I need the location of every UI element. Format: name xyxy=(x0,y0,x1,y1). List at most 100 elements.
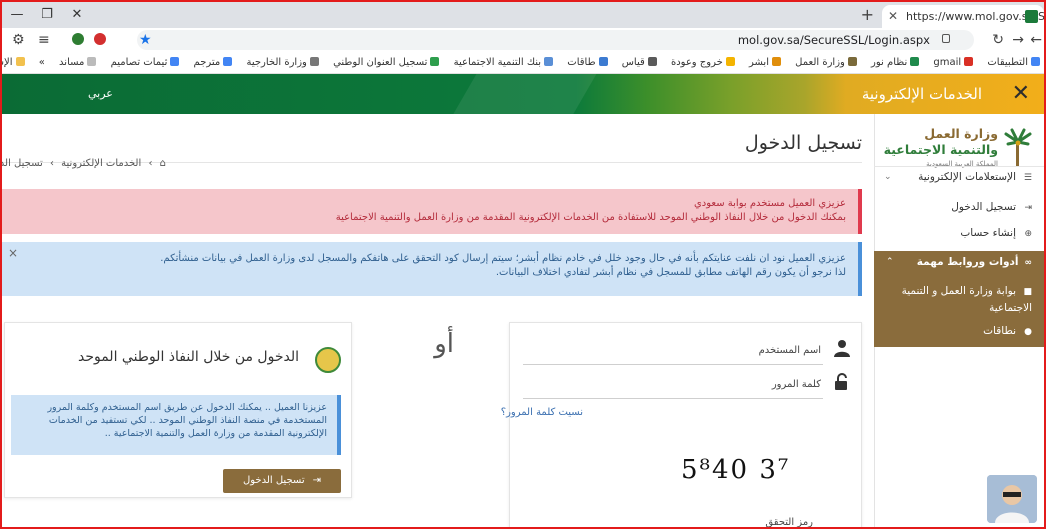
nafath-login-button[interactable]: ⇥تسجيل الدخول xyxy=(223,469,341,493)
musaned-icon xyxy=(87,57,97,66)
sidebar-item-login[interactable]: ⇥تسجيل الدخول xyxy=(874,196,1044,218)
verification-code-label: رمز التحقق xyxy=(765,517,813,528)
avatar xyxy=(987,475,1037,523)
bookmark-musaned[interactable]: مساند xyxy=(59,52,97,73)
bookmark-gmail[interactable]: gmail xyxy=(933,52,974,73)
password-field[interactable]: كلمة المرور xyxy=(523,377,823,399)
captcha-image: 5⁸40 3⁷ xyxy=(681,455,801,499)
unlock-icon xyxy=(835,373,847,390)
nafath-logo-icon xyxy=(315,347,341,373)
main-content: تسجيل الدخول ⌂ › الخدمات الإلكترونية › ت… xyxy=(0,114,874,528)
browser-tab[interactable]: ✕ https://www.mol.gov.sa/SecureS xyxy=(882,5,1044,28)
login-icon: ⇥ xyxy=(1024,203,1032,213)
site-favicon-icon xyxy=(1025,10,1038,23)
folder-icon: ■ xyxy=(1023,287,1032,297)
bookmark-translate[interactable]: مترجم xyxy=(194,52,233,73)
login-form: اسم المستخدم كلمة المرور نسيت كلمة المرو… xyxy=(501,322,862,528)
breadcrumb-eservices[interactable]: الخدمات الإلكترونية xyxy=(61,158,141,169)
chevron-down-icon: ⌄ xyxy=(884,172,892,182)
reload-icon[interactable]: ↻ xyxy=(992,30,1004,50)
or-divider: أو xyxy=(434,329,454,359)
gmail-icon xyxy=(964,57,974,66)
noor-icon xyxy=(910,57,920,66)
folder-icon xyxy=(15,57,25,66)
list-icon: ☰ xyxy=(1023,173,1032,183)
sidebar-section-inquiries[interactable]: ☰الإستعلامات الإلكترونية ⌄ xyxy=(874,166,1044,188)
nafath-title: الدخول من خلال النفاذ الوطني الموحد xyxy=(77,349,299,365)
presenter-avatar-icon xyxy=(987,475,1037,523)
bookmark-noor[interactable]: نظام نور xyxy=(871,52,920,73)
restore-icon[interactable]: ❐ xyxy=(32,5,62,25)
close-window-icon[interactable]: ✕ xyxy=(62,5,92,25)
menu-icon[interactable]: ⚙ xyxy=(12,30,25,50)
social-bank-icon xyxy=(544,57,554,66)
tab-strip: — ❐ ✕ + ✕ https://www.mol.gov.sa/SecureS xyxy=(2,2,1044,28)
site-header: ✕ الخدمات الإلكترونية عربي xyxy=(2,74,1044,114)
add-circle-icon: ⊕ xyxy=(1024,229,1032,239)
tab-title: https://www.mol.gov.sa/SecureS xyxy=(906,10,1044,23)
bookmark-national-address[interactable]: تسجيل العنوان الوطني xyxy=(333,52,440,73)
minimize-icon[interactable]: — xyxy=(2,5,32,25)
browser-toolbar: ⚙ ≡ ★ mol.gov.sa/SecureSSL/Login.aspx ↻ … xyxy=(2,28,1044,52)
foreign-affairs-icon xyxy=(309,57,319,66)
sidebar-item-create-account[interactable]: ⊕إنشاء حساب xyxy=(874,222,1044,244)
bookmark-themes[interactable]: ثيمات تصاميم xyxy=(111,52,180,73)
bookmarks-bar: التطبيقات gmail نظام نور وزارة العمل ابش… xyxy=(2,52,1044,74)
bookmark-apps[interactable]: التطبيقات xyxy=(987,52,1040,73)
bookmark-qiyas[interactable]: قياس xyxy=(622,52,657,73)
adblock-extension-icon[interactable] xyxy=(94,33,106,45)
location-pin-icon xyxy=(430,57,440,66)
forward-icon[interactable]: → xyxy=(1012,30,1024,50)
google-icon xyxy=(170,57,180,66)
shield-extension-icon[interactable] xyxy=(72,33,84,45)
url-text: mol.gov.sa/SecureSSL/Login.aspx xyxy=(737,33,930,47)
apps-icon xyxy=(1031,57,1040,66)
chevron-up-icon: ⌃ xyxy=(886,257,894,267)
browser-window: — ❐ ✕ + ✕ https://www.mol.gov.sa/SecureS… xyxy=(0,0,1046,529)
captcha-text: 5⁸40 3⁷ xyxy=(681,455,791,485)
circle-arrow-icon: ● xyxy=(1024,327,1032,337)
nafath-login-panel: الدخول من خلال النفاذ الوطني الموحد عزيز… xyxy=(4,322,352,498)
alert-absher-notice: × عزيزي العميل نود ان نلفت عنايتكم بأنه … xyxy=(2,242,862,296)
link-icon: ∞ xyxy=(1024,258,1033,268)
mol-icon xyxy=(847,57,857,66)
sidebar: وزارة العمل والتنمية الاجتماعية المملكة … xyxy=(874,114,1044,527)
bookmark-exit-reentry[interactable]: خروج وعودة xyxy=(671,52,735,73)
other-bookmarks[interactable]: الإشارات الأخرى xyxy=(2,52,25,73)
bookmark-star-icon[interactable]: ★ xyxy=(139,30,152,50)
palm-tree-icon xyxy=(1004,128,1032,166)
login-icon: ⇥ xyxy=(312,475,321,486)
user-icon xyxy=(834,340,850,357)
close-tab-icon[interactable]: ✕ xyxy=(888,5,898,28)
username-field[interactable]: اسم المستخدم xyxy=(523,343,823,365)
forgot-password-link[interactable]: نسيت كلمة المرور؟ xyxy=(501,407,583,418)
bookmarks-overflow[interactable]: » xyxy=(39,52,45,73)
absher-icon xyxy=(771,57,781,66)
qiyas-icon xyxy=(647,57,657,66)
new-tab-button[interactable]: + xyxy=(861,5,874,25)
address-bar[interactable]: ★ mol.gov.sa/SecureSSL/Login.aspx xyxy=(137,30,974,50)
sidebar-tool-mol-portal[interactable]: ■بوابة وزارة العمل و التنمية الاجتماعية xyxy=(892,283,1032,316)
sidebar-tools-header[interactable]: ∞أدوات وروابط مهمة xyxy=(917,251,1032,274)
close-menu-icon[interactable]: ✕ xyxy=(1012,74,1030,114)
google-icon xyxy=(223,57,233,66)
breadcrumb-current: تسجيل الدخ xyxy=(0,158,43,169)
bookmark-social-bank[interactable]: بنك التنمية الاجتماعية xyxy=(454,52,554,73)
alert-saudi-portal: عزيزي العميل مستخدم بوابة سعودي بمكنك ال… xyxy=(2,189,862,234)
bookmark-foreign-affairs[interactable]: وزارة الخارجية xyxy=(246,52,319,73)
page-title: تسجيل الدخول xyxy=(744,132,862,154)
sidebar-tool-nitaqat[interactable]: ●نطاقات xyxy=(892,323,1032,340)
home-icon[interactable]: ⌂ xyxy=(160,158,166,169)
language-switch[interactable]: عربي xyxy=(88,74,113,114)
breadcrumb: ⌂ › الخدمات الإلكترونية › تسجيل الدخ xyxy=(0,158,166,169)
bookmark-absher[interactable]: ابشر xyxy=(749,52,781,73)
back-icon[interactable]: ← xyxy=(1030,30,1042,50)
sidebar-tools-panel: ∞أدوات وروابط مهمة ⌃ ■بوابة وزارة العمل … xyxy=(874,251,1044,347)
playlist-icon[interactable]: ≡ xyxy=(38,30,50,50)
exit-reentry-icon xyxy=(725,57,735,66)
taqat-icon xyxy=(598,57,608,66)
close-alert-icon[interactable]: × xyxy=(8,246,18,260)
lock-icon[interactable] xyxy=(942,34,950,43)
bookmark-mol[interactable]: وزارة العمل xyxy=(795,52,857,73)
bookmark-taqat[interactable]: طاقات xyxy=(567,52,608,73)
